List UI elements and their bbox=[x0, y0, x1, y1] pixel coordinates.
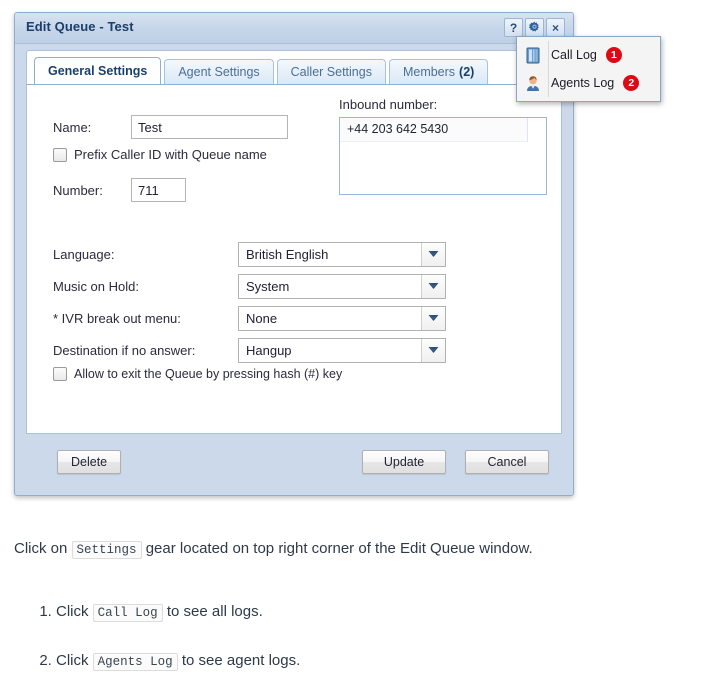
tab-agent-settings[interactable]: Agent Settings bbox=[164, 59, 274, 84]
menu-divider bbox=[548, 41, 549, 97]
allow-exit-queue-checkbox[interactable] bbox=[53, 367, 67, 381]
number-label: Number: bbox=[53, 182, 103, 198]
book-icon bbox=[523, 45, 543, 65]
status-badge: 2 bbox=[623, 75, 640, 91]
music-on-hold-select[interactable]: System bbox=[238, 273, 446, 299]
instructions-section: Click on Settings gear located on top ri… bbox=[14, 538, 714, 699]
prefix-caller-id-checkbox[interactable] bbox=[53, 147, 67, 162]
menu-item-call-log[interactable]: Call Log 1 bbox=[517, 41, 660, 69]
inbound-number-listbox[interactable]: +44 203 642 5430 bbox=[339, 117, 547, 195]
list-item: Click Agents Log to see agent logs. bbox=[56, 650, 714, 673]
chevron-down-icon[interactable] bbox=[421, 242, 445, 266]
gear-icon bbox=[528, 21, 539, 32]
settings-dropdown-menu: Call Log 1 Agents Log 2 bbox=[516, 36, 661, 102]
help-button[interactable]: ? bbox=[504, 18, 523, 37]
menu-item-label: Agents Log bbox=[551, 76, 615, 90]
step-text-after: to see all logs. bbox=[166, 603, 263, 620]
general-settings-panel: Name: Prefix Caller ID with Queue name N… bbox=[26, 84, 562, 434]
allow-exit-queue-label: Allow to exit the Queue by pressing hash… bbox=[74, 367, 343, 381]
menu-item-label: Call Log bbox=[551, 48, 597, 62]
delete-button[interactable]: Delete bbox=[57, 449, 122, 474]
list-item: Click Call Log to see all logs. bbox=[56, 601, 714, 624]
language-select[interactable]: British English bbox=[238, 241, 446, 267]
name-field-row: Name: bbox=[53, 115, 288, 139]
tab-label: Caller Settings bbox=[290, 65, 372, 79]
titlebar-button-group: ? × bbox=[504, 18, 565, 37]
language-value: British English bbox=[246, 246, 329, 262]
language-row: Language: British English bbox=[53, 238, 483, 270]
name-input[interactable] bbox=[131, 115, 288, 139]
destination-if-no-answer-label: Destination if no answer: bbox=[53, 342, 196, 358]
dialog-titlebar: Edit Queue - Test ? × bbox=[15, 13, 573, 44]
tab-general-settings[interactable]: General Settings bbox=[34, 57, 162, 84]
music-on-hold-row: Music on Hold: System bbox=[53, 270, 483, 302]
tab-label: Members bbox=[402, 65, 456, 79]
tab-panel-container: General Settings Agent Settings Caller S… bbox=[26, 50, 562, 470]
music-on-hold-value: System bbox=[246, 278, 290, 294]
cancel-button[interactable]: Cancel bbox=[465, 449, 549, 474]
list-item[interactable]: +44 203 642 5430 bbox=[340, 118, 528, 142]
intro-text-before: Click on bbox=[14, 540, 68, 557]
music-on-hold-label: Music on Hold: bbox=[53, 278, 139, 294]
chevron-down-icon[interactable] bbox=[421, 306, 445, 330]
tab-strip: General Settings Agent Settings Caller S… bbox=[26, 50, 562, 84]
chevron-down-icon[interactable] bbox=[421, 338, 445, 362]
step-text-before: Click bbox=[56, 652, 89, 669]
dialog-footer: Delete Update Cancel bbox=[26, 438, 562, 485]
menu-item-agents-log[interactable]: Agents Log 2 bbox=[517, 69, 660, 97]
destination-if-no-answer-value: Hangup bbox=[246, 342, 292, 358]
tab-caller-settings[interactable]: Caller Settings bbox=[276, 59, 386, 84]
instruction-steps-list: Click Call Log to see all logs. Click Ag… bbox=[14, 601, 714, 673]
instructions-intro: Click on Settings gear located on top ri… bbox=[14, 538, 714, 561]
intro-text-after: gear located on top right corner of the … bbox=[145, 540, 533, 557]
close-button[interactable]: × bbox=[546, 18, 565, 37]
ivr-break-out-menu-label: * IVR break out menu: bbox=[53, 310, 181, 326]
step-text-after: to see agent logs. bbox=[181, 652, 301, 669]
prefix-caller-id-row[interactable]: Prefix Caller ID with Queue name bbox=[53, 147, 267, 162]
call-log-code-token: Call Log bbox=[92, 604, 163, 622]
settings-code-token: Settings bbox=[71, 541, 142, 559]
inbound-number-block: Inbound number: +44 203 642 5430 bbox=[339, 97, 547, 195]
agents-log-code-token: Agents Log bbox=[92, 653, 178, 671]
number-field-row: Number: bbox=[53, 178, 186, 202]
settings-select-group: Language: British English Music on Hold:… bbox=[53, 238, 483, 366]
edit-queue-dialog: Edit Queue - Test ? × General Settings A… bbox=[14, 12, 574, 496]
settings-gear-button[interactable] bbox=[525, 18, 544, 37]
allow-exit-queue-row[interactable]: Allow to exit the Queue by pressing hash… bbox=[53, 367, 342, 381]
destination-if-no-answer-row: Destination if no answer: Hangup bbox=[53, 334, 483, 366]
destination-if-no-answer-select[interactable]: Hangup bbox=[238, 337, 446, 363]
dialog-title: Edit Queue - Test bbox=[26, 19, 134, 34]
ivr-break-out-menu-select[interactable]: None bbox=[238, 305, 446, 331]
prefix-caller-id-label: Prefix Caller ID with Queue name bbox=[74, 147, 267, 162]
number-input[interactable] bbox=[131, 178, 186, 202]
tab-label: Agent Settings bbox=[178, 65, 260, 79]
ivr-break-out-menu-row: * IVR break out menu: None bbox=[53, 302, 483, 334]
person-icon bbox=[523, 73, 543, 93]
chevron-down-icon[interactable] bbox=[421, 274, 445, 298]
close-icon: × bbox=[551, 20, 559, 35]
step-text-before: Click bbox=[56, 603, 89, 620]
tab-label: General Settings bbox=[48, 64, 148, 78]
ivr-break-out-menu-value: None bbox=[246, 310, 278, 326]
status-badge: 1 bbox=[605, 47, 622, 63]
language-label: Language: bbox=[53, 246, 115, 262]
help-question-icon: ? bbox=[509, 20, 518, 35]
update-button[interactable]: Update bbox=[362, 449, 446, 474]
tab-members-count: (2) bbox=[459, 65, 475, 79]
name-label: Name: bbox=[53, 119, 92, 135]
tab-members[interactable]: Members (2) bbox=[388, 59, 489, 84]
